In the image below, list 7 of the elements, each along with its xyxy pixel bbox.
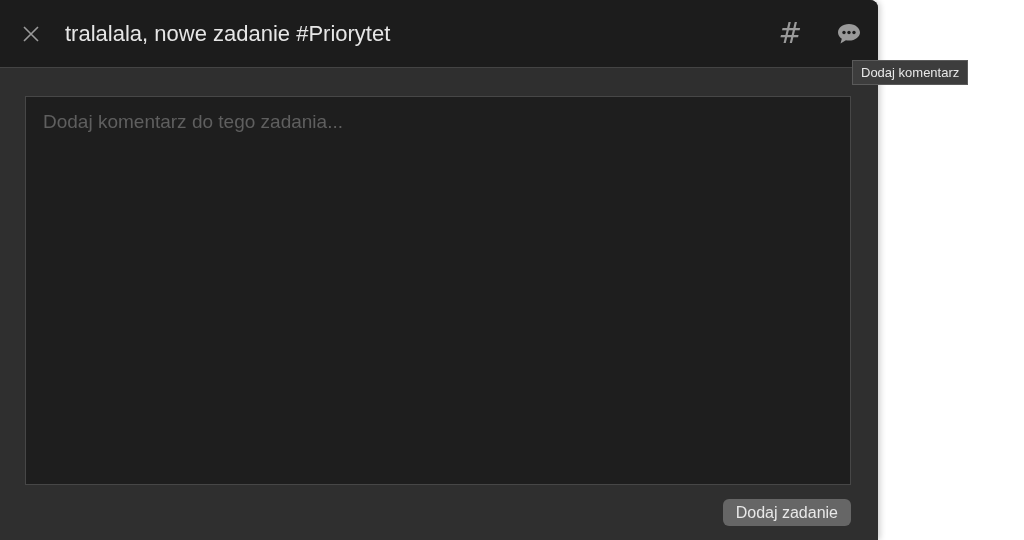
task-title: tralalala, nowe zadanie #Priorytet	[65, 20, 392, 47]
add-task-button[interactable]: Dodaj zadanie	[722, 499, 851, 526]
tag-button[interactable]: #	[778, 17, 802, 50]
tooltip: Dodaj komentarz	[852, 60, 969, 85]
close-icon[interactable]	[22, 24, 40, 43]
comment-icon[interactable]	[836, 21, 862, 46]
comment-field[interactable]: Dodaj komentarz do tego zadania...	[25, 96, 851, 485]
